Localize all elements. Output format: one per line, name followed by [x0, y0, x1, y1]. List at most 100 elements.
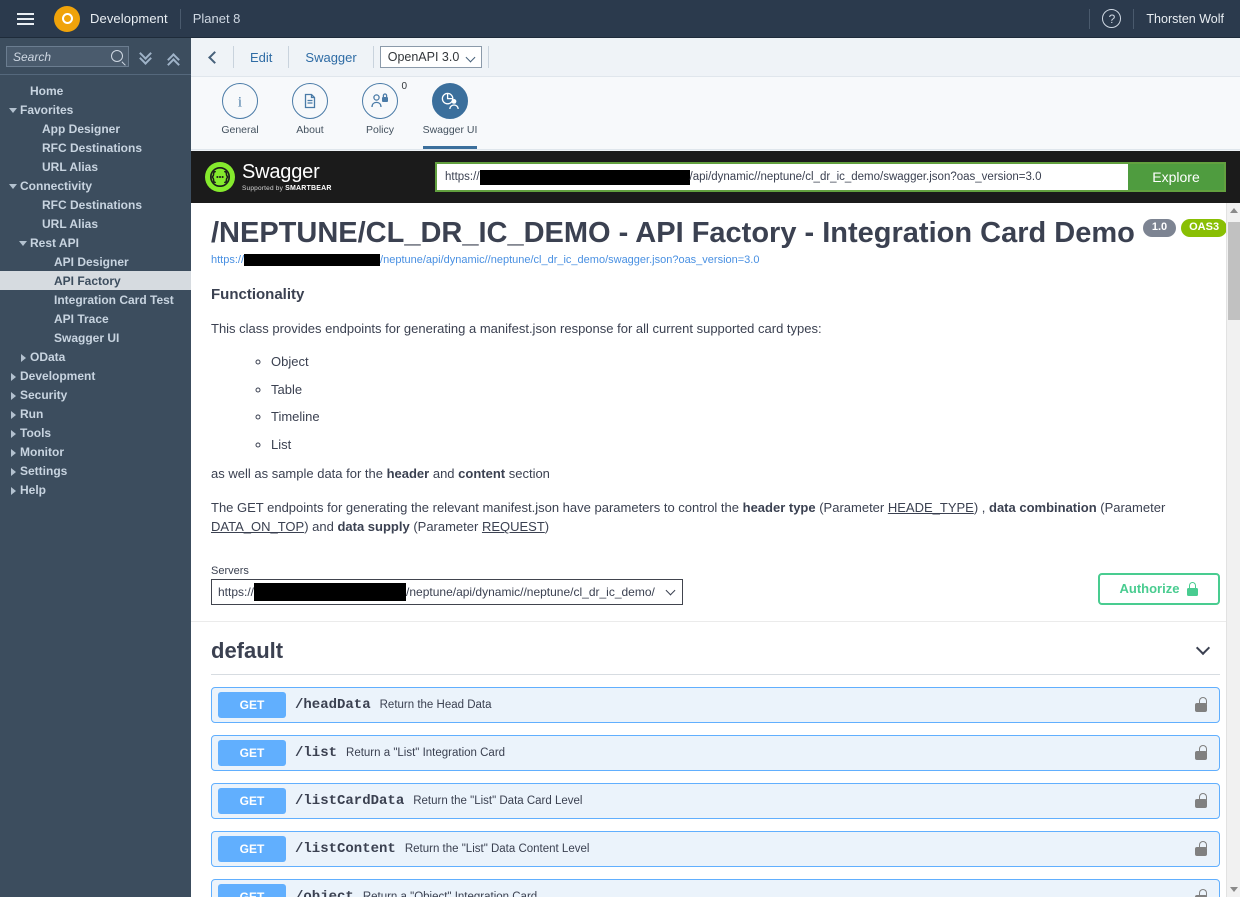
tree-spacer [42, 294, 54, 306]
method-badge: GET [218, 884, 286, 897]
sidebar-item-run[interactable]: Run [0, 404, 191, 423]
sidebar-item-security[interactable]: Security [0, 385, 191, 404]
chevron-right-icon[interactable] [8, 465, 20, 477]
sidebar-item-url-alias[interactable]: URL Alias [0, 157, 191, 176]
chevron-right-icon[interactable] [8, 408, 20, 420]
operation-row[interactable]: GET/listReturn a "List" Integration Card [211, 735, 1220, 771]
sidebar-item-monitor[interactable]: Monitor [0, 442, 191, 461]
sidebar-item-odata[interactable]: OData [0, 347, 191, 366]
user-menu[interactable]: Thorsten Wolf [1146, 12, 1224, 26]
sidebar-item-label: Security [20, 388, 67, 402]
header-divider-2 [1089, 9, 1090, 29]
sidebar-item-api-factory[interactable]: API Factory [0, 271, 191, 290]
chevron-right-icon[interactable] [18, 351, 30, 363]
json-link-suffix: /neptune/api/dynamic//neptune/cl_dr_ic_d… [380, 254, 759, 266]
params-text-7: ) [545, 519, 549, 534]
search-input-wrapper[interactable] [6, 46, 129, 67]
sidebar-item-api-trace[interactable]: API Trace [0, 309, 191, 328]
sidebar-item-url-alias[interactable]: URL Alias [0, 214, 191, 233]
content-bold: content [458, 466, 505, 481]
unlocked-padlock-icon[interactable] [1195, 889, 1207, 897]
swagger-button[interactable]: Swagger [295, 50, 366, 65]
toolbar-divider-3 [373, 46, 374, 68]
chevron-right-icon[interactable] [8, 389, 20, 401]
unlocked-padlock-icon[interactable] [1195, 697, 1207, 712]
chevron-left-icon[interactable] [199, 43, 227, 71]
request-param-link[interactable]: REQUEST [482, 519, 545, 534]
operation-row[interactable]: GET/objectReturn a "Object" Integration … [211, 879, 1220, 897]
hamburger-icon[interactable] [6, 0, 44, 38]
sidebar-item-integration-card-test[interactable]: Integration Card Test [0, 290, 191, 309]
tab-policy[interactable]: 0Policy [345, 77, 415, 149]
sidebar-item-label: OData [30, 350, 65, 364]
unlocked-padlock-icon[interactable] [1195, 841, 1207, 856]
tab-about[interactable]: About [275, 77, 345, 149]
params-text-5: ) and [304, 519, 337, 534]
operation-row[interactable]: GET/listCardDataReturn the "List" Data C… [211, 783, 1220, 819]
swagger-vertical-scrollbar[interactable] [1226, 203, 1240, 897]
sidebar-item-help[interactable]: Help [0, 480, 191, 499]
sidebar-item-favorites[interactable]: Favorites [0, 100, 191, 119]
header-type-param-link[interactable]: HEADE_TYPE [888, 500, 974, 515]
scroll-up-arrow[interactable] [1230, 208, 1238, 213]
sidebar-item-label: Rest API [30, 236, 79, 250]
sidebar-item-tools[interactable]: Tools [0, 423, 191, 442]
unlocked-padlock-icon[interactable] [1195, 793, 1207, 808]
expand-all-button[interactable] [163, 47, 185, 67]
servers-section: Servers https:///neptune/api/dynamic//ne… [191, 551, 1240, 622]
question-circle-icon[interactable]: ? [1102, 9, 1121, 28]
data-combination-bold: data combination [989, 500, 1097, 515]
operation-row[interactable]: GET/listContentReturn the "List" Data Co… [211, 831, 1220, 867]
tag-section-default: default GET/headDataReturn the Head Data… [191, 622, 1240, 897]
page-title: /NEPTUNE/CL_DR_IC_DEMO - API Factory - I… [211, 217, 1220, 250]
chevron-down-icon[interactable] [8, 180, 20, 192]
swagger-url-bar[interactable]: https:///api/dynamic//neptune/cl_dr_ic_d… [435, 162, 1226, 192]
tab-general[interactable]: iGeneral [205, 77, 275, 149]
edit-button[interactable]: Edit [240, 50, 282, 65]
unlocked-padlock-icon[interactable] [1195, 745, 1207, 760]
sidebar-item-rfc-destinations[interactable]: RFC Destinations [0, 138, 191, 157]
swagger-json-link[interactable]: https:// /neptune/api/dynamic//neptune/cl… [211, 254, 1220, 266]
tree-spacer [18, 85, 30, 97]
sidebar-item-label: Tools [20, 426, 51, 440]
search-input[interactable] [7, 47, 128, 66]
swagger-url-input[interactable]: https:///api/dynamic//neptune/cl_dr_ic_d… [437, 164, 1128, 190]
sidebar-item-api-designer[interactable]: API Designer [0, 252, 191, 271]
sidebar-item-label: API Designer [54, 255, 129, 269]
sidebar-item-label: Favorites [20, 103, 73, 117]
collapse-all-button[interactable] [135, 47, 157, 67]
sidebar-item-rfc-destinations[interactable]: RFC Destinations [0, 195, 191, 214]
sidebar-item-rest-api[interactable]: Rest API [0, 233, 191, 252]
chevron-right-icon[interactable] [8, 484, 20, 496]
sidebar-item-settings[interactable]: Settings [0, 461, 191, 480]
swagger-logo-icon [205, 162, 235, 192]
chevron-down-icon[interactable] [8, 104, 20, 116]
authorize-button[interactable]: Authorize [1098, 573, 1220, 605]
toolbar-divider-1 [233, 46, 234, 68]
scrollbar-thumb[interactable] [1228, 222, 1240, 320]
sidebar-item-swagger-ui[interactable]: Swagger UI [0, 328, 191, 347]
tab-badge: 0 [401, 81, 407, 92]
chevron-right-icon[interactable] [8, 370, 20, 382]
data-on-top-param-link[interactable]: DATA_ON_TOP [211, 519, 304, 534]
search-icon [111, 50, 123, 62]
operation-row[interactable]: GET/headDataReturn the Head Data [211, 687, 1220, 723]
swagger-logo[interactable]: Swagger Supported by SMARTBEAR [205, 162, 435, 192]
scroll-down-arrow[interactable] [1230, 887, 1238, 892]
json-link-prefix: https:// [211, 254, 244, 266]
chevron-down-icon[interactable] [1196, 641, 1210, 655]
server-select[interactable]: https:///neptune/api/dynamic//neptune/cl… [211, 579, 683, 605]
explore-button[interactable]: Explore [1128, 164, 1224, 190]
tag-header[interactable]: default [211, 622, 1220, 675]
sidebar-item-app-designer[interactable]: App Designer [0, 119, 191, 138]
chevron-down-icon[interactable] [18, 237, 30, 249]
sidebar-item-home[interactable]: Home [0, 81, 191, 100]
openapi-version-select[interactable]: OpenAPI 3.0 [380, 46, 483, 68]
chevron-right-icon[interactable] [8, 446, 20, 458]
method-badge: GET [218, 692, 286, 718]
sidebar-item-connectivity[interactable]: Connectivity [0, 176, 191, 195]
sidebar-item-development[interactable]: Development [0, 366, 191, 385]
list-item: Object [271, 352, 1220, 372]
chevron-right-icon[interactable] [8, 427, 20, 439]
tab-swagger-ui[interactable]: Swagger UI [415, 77, 485, 149]
